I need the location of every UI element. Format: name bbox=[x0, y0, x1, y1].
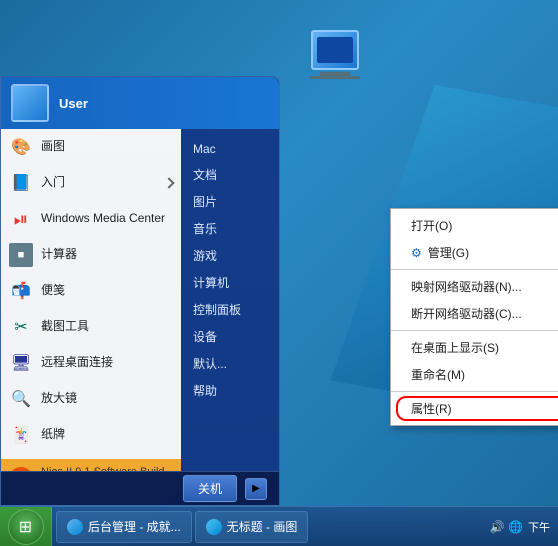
context-divider2 bbox=[391, 330, 558, 331]
menu-item-nios[interactable]: N Nios II 9.1 Software Build Tools for E… bbox=[1, 459, 181, 471]
menu-item-mailbox[interactable]: 📬 便笺 bbox=[1, 273, 181, 309]
menu-item-wmc[interactable]: ⏯ Windows Media Center bbox=[1, 201, 181, 237]
right-label-docs: 文档 bbox=[193, 166, 217, 183]
system-tray: 🔊 🌐 下午 bbox=[482, 519, 558, 535]
wmc-icon: ⏯ bbox=[9, 207, 33, 231]
right-label-default: 默认... bbox=[193, 355, 227, 372]
context-rename[interactable]: 重命名(M) bbox=[391, 361, 558, 388]
wmc-label: Windows Media Center bbox=[41, 211, 173, 227]
taskbar-item-admin[interactable]: 后台管理 - 成就... bbox=[56, 511, 192, 543]
start-menu-body: 🎨 画图 📘 入门 ⏯ Windows Media Center ■ bbox=[1, 129, 279, 471]
context-divider1 bbox=[391, 269, 558, 270]
tray-icons: 🔊 🌐 bbox=[490, 520, 523, 534]
right-label-control: 控制面板 bbox=[193, 301, 241, 318]
paint-taskbar-icon bbox=[206, 519, 222, 535]
menu-item-remote[interactable]: 🖥 远程桌面连接 bbox=[1, 345, 181, 381]
start-menu-left: 🎨 画图 📘 入门 ⏯ Windows Media Center ■ bbox=[1, 129, 181, 471]
right-label-music: 音乐 bbox=[193, 220, 217, 237]
user-name: User bbox=[59, 96, 88, 111]
admin-label: 后台管理 - 成就... bbox=[88, 518, 181, 535]
calc-icon: ■ bbox=[9, 243, 33, 267]
start-menu: User 🎨 画图 📘 入门 ⏯ Wi bbox=[0, 76, 280, 506]
menu-item-magnify[interactable]: 🔍 放大镜 bbox=[1, 381, 181, 417]
context-disconnect[interactable]: 断开网络驱动器(C)... bbox=[391, 300, 558, 327]
right-label-pics: 图片 bbox=[193, 193, 217, 210]
shutdown-arrow-button[interactable]: ▶ bbox=[245, 478, 267, 500]
start-button[interactable]: ⊞ bbox=[0, 507, 52, 546]
user-avatar bbox=[11, 84, 49, 122]
taskbar: ⊞ 后台管理 - 成就... 无标题 - 画图 🔊 🌐 下午 bbox=[0, 506, 558, 546]
start-menu-right: Mac 文档 图片 音乐 游戏 计算机 控制面板 bbox=[181, 129, 279, 471]
intro-arrow bbox=[163, 177, 174, 188]
menu-item-calc[interactable]: ■ 计算器 bbox=[1, 237, 181, 273]
context-properties[interactable]: 属性(R) bbox=[391, 395, 558, 422]
desktop: User 🎨 画图 📘 入门 ⏯ Wi bbox=[0, 0, 558, 546]
right-label-games: 游戏 bbox=[193, 247, 217, 264]
right-item-control[interactable]: 控制面板 bbox=[181, 296, 279, 323]
paint-taskbar-label: 无标题 - 画图 bbox=[227, 518, 298, 535]
menu-item-card[interactable]: 🃏 纸牌 bbox=[1, 417, 181, 453]
remote-icon: 🖥 bbox=[9, 351, 33, 375]
right-item-docs[interactable]: 文档 bbox=[181, 161, 279, 188]
right-label-mac: Mac bbox=[193, 142, 216, 156]
right-item-computer[interactable]: 计算机 bbox=[181, 269, 279, 296]
context-divider3 bbox=[391, 391, 558, 392]
context-map-drive[interactable]: 映射网络驱动器(N)... bbox=[391, 273, 558, 300]
intro-label: 入门 bbox=[41, 175, 157, 191]
context-open[interactable]: 打开(O) bbox=[391, 212, 558, 239]
right-label-computer: 计算机 bbox=[193, 274, 229, 291]
start-menu-header: User bbox=[1, 77, 279, 129]
taskbar-item-paint[interactable]: 无标题 - 画图 bbox=[195, 511, 309, 543]
magnify-label: 放大镜 bbox=[41, 391, 173, 407]
paint-icon: 🎨 bbox=[9, 135, 33, 159]
snip-label: 截图工具 bbox=[41, 319, 173, 335]
calc-label: 计算器 bbox=[41, 247, 173, 263]
start-orb: ⊞ bbox=[8, 509, 44, 545]
remote-label: 远程桌面连接 bbox=[41, 355, 173, 371]
snip-icon: ✂ bbox=[9, 315, 33, 339]
card-label: 纸牌 bbox=[41, 427, 173, 443]
right-item-default[interactable]: 默认... bbox=[181, 350, 279, 377]
right-item-music[interactable]: 音乐 bbox=[181, 215, 279, 242]
context-manage-label: 管理(G) bbox=[428, 244, 469, 261]
start-menu-footer: 关机 ▶ bbox=[1, 471, 279, 505]
paint-label: 画图 bbox=[41, 139, 157, 155]
menu-item-intro[interactable]: 📘 入门 bbox=[1, 165, 181, 201]
right-item-pics[interactable]: 图片 bbox=[181, 188, 279, 215]
menu-item-paint[interactable]: 🎨 画图 bbox=[1, 129, 181, 165]
right-item-games[interactable]: 游戏 bbox=[181, 242, 279, 269]
right-item-devices[interactable]: 设备 bbox=[181, 323, 279, 350]
clock: 下午 bbox=[528, 519, 550, 535]
menu-item-snip[interactable]: ✂ 截图工具 bbox=[1, 309, 181, 345]
context-show-desktop[interactable]: 在桌面上显示(S) bbox=[391, 334, 558, 361]
intro-icon: 📘 bbox=[9, 171, 33, 195]
shutdown-arrow-icon: ▶ bbox=[252, 483, 260, 494]
manage-icon: ⚙ bbox=[411, 246, 422, 260]
mailbox-icon: 📬 bbox=[9, 279, 33, 303]
context-manage[interactable]: ⚙ 管理(G) bbox=[391, 239, 558, 266]
taskbar-items: 后台管理 - 成就... 无标题 - 画图 bbox=[52, 511, 482, 543]
right-item-help[interactable]: 帮助 bbox=[181, 377, 279, 404]
admin-icon bbox=[67, 519, 83, 535]
computer-desktop-icon[interactable] bbox=[310, 30, 360, 79]
shutdown-button[interactable]: 关机 bbox=[183, 475, 237, 502]
magnify-icon: 🔍 bbox=[9, 387, 33, 411]
windows-logo-icon: ⊞ bbox=[19, 517, 32, 537]
right-label-devices: 设备 bbox=[193, 328, 217, 345]
right-item-mac[interactable]: Mac bbox=[181, 137, 279, 161]
mailbox-label: 便笺 bbox=[41, 283, 173, 299]
right-label-help: 帮助 bbox=[193, 382, 217, 399]
card-icon: 🃏 bbox=[9, 423, 33, 447]
context-menu: 打开(O) ⚙ 管理(G) 映射网络驱动器(N)... 断开网络驱动器(C)..… bbox=[390, 208, 558, 426]
